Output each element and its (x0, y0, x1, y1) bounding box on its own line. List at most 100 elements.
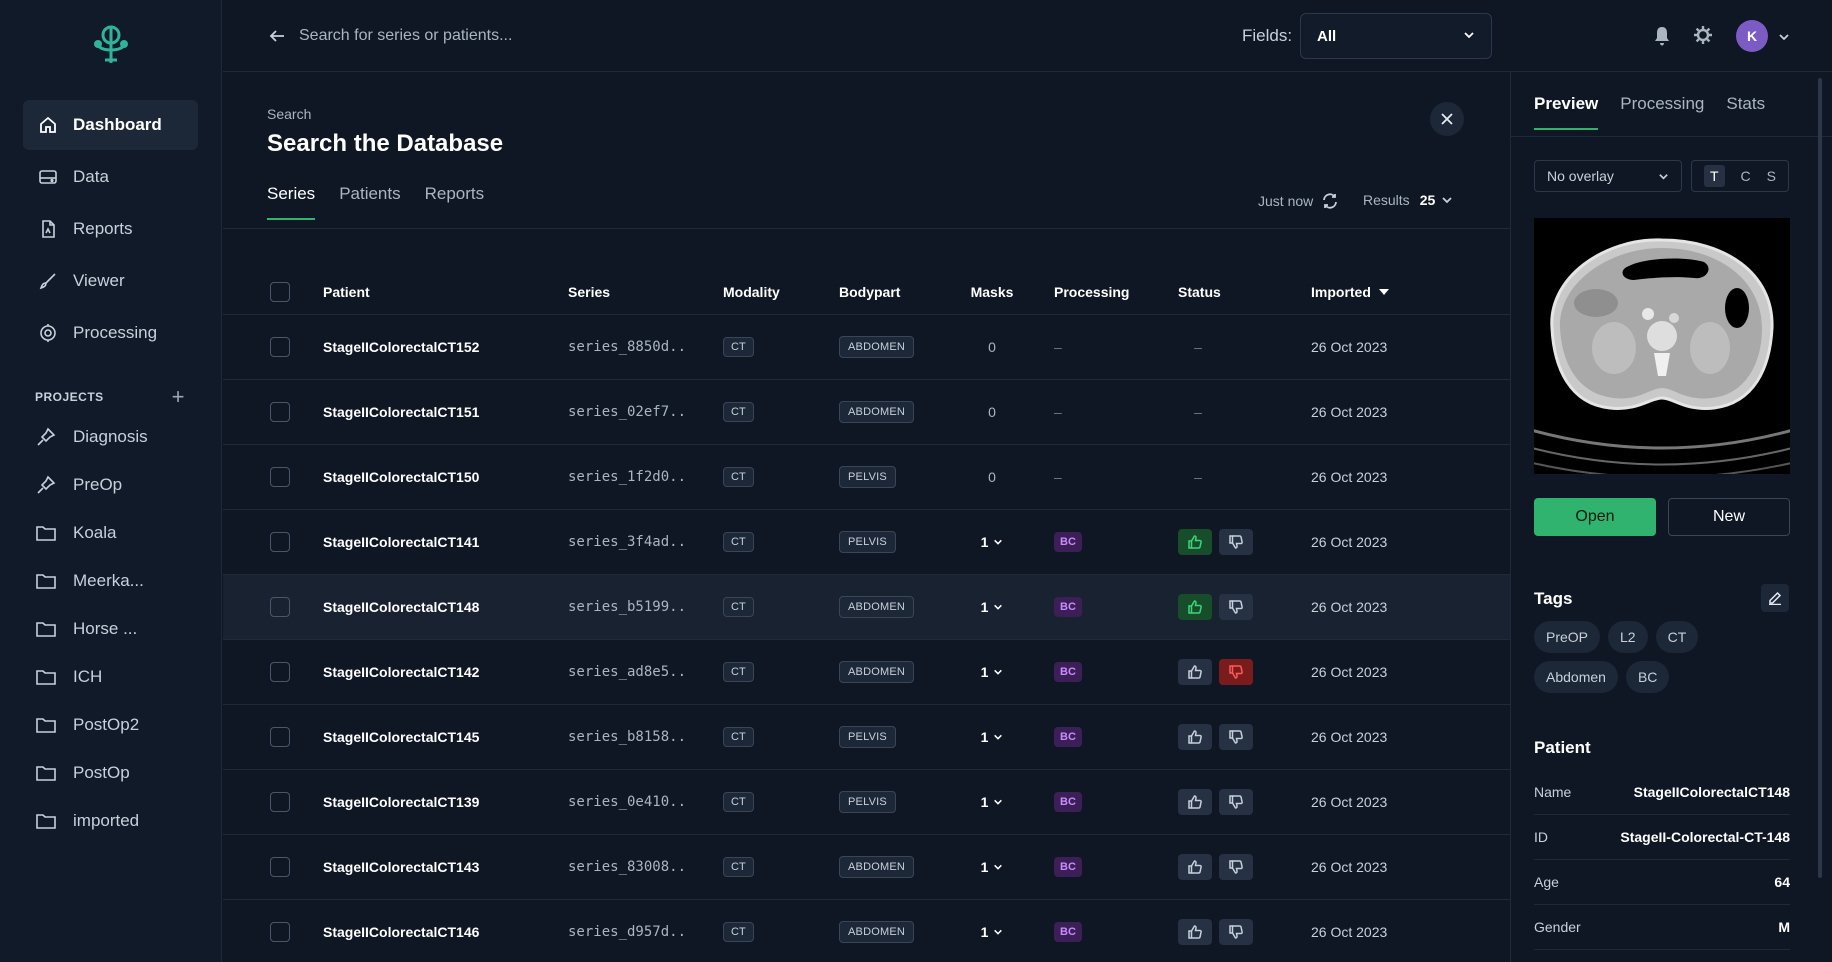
masks-dropdown[interactable]: 1 (981, 924, 1004, 940)
thumbs-up-button[interactable] (1178, 529, 1212, 555)
chevron-down-icon[interactable] (1778, 30, 1790, 42)
edit-tags-button[interactable] (1761, 584, 1789, 612)
project-item-postop2[interactable]: PostOp2 (35, 701, 195, 749)
select-all-checkbox[interactable] (270, 282, 290, 302)
tag-chip[interactable]: L2 (1608, 621, 1648, 653)
processing-badge[interactable]: BC (1054, 597, 1082, 617)
masks-dropdown[interactable]: 1 (981, 599, 1004, 615)
tag-chip[interactable]: PreOP (1534, 621, 1601, 653)
processing-badge[interactable]: BC (1054, 662, 1082, 682)
tab-patients[interactable]: Patients (339, 184, 400, 220)
results-per-page[interactable]: Results 25 (1363, 192, 1453, 208)
masks-dropdown[interactable]: 1 (981, 729, 1004, 745)
thumbs-up-button[interactable] (1178, 724, 1212, 750)
search-input[interactable] (299, 22, 799, 50)
thumbs-down-button[interactable] (1219, 529, 1253, 555)
tag-chip[interactable]: Abdomen (1534, 661, 1618, 693)
tag-chip[interactable]: BC (1625, 661, 1670, 693)
view-sagittal[interactable]: S (1767, 168, 1776, 184)
thumbs-down-button[interactable] (1219, 724, 1253, 750)
table-row[interactable]: StageIIColorectalCT139 series_0e410.. CT… (223, 770, 1510, 835)
view-coronal[interactable]: C (1741, 168, 1751, 184)
row-checkbox[interactable] (270, 662, 290, 682)
project-item-ich[interactable]: ICH (35, 653, 195, 701)
avatar[interactable]: K (1736, 20, 1768, 52)
thumbs-down-button[interactable] (1219, 854, 1253, 880)
project-item-diagnosis[interactable]: Diagnosis (35, 413, 195, 461)
tag-chip[interactable]: CT (1655, 621, 1699, 653)
thumbs-down-button[interactable] (1219, 919, 1253, 945)
bell-icon[interactable] (1653, 26, 1671, 46)
row-checkbox[interactable] (270, 532, 290, 552)
open-button[interactable]: Open (1534, 498, 1656, 536)
masks-dropdown[interactable]: 1 (981, 859, 1004, 875)
project-item-meerka[interactable]: Meerka... (35, 557, 195, 605)
add-project-icon[interactable]: + (172, 386, 185, 408)
row-checkbox[interactable] (270, 402, 290, 422)
thumbs-up-button[interactable] (1178, 659, 1212, 685)
project-item-imported[interactable]: imported (35, 797, 195, 845)
table-row[interactable]: StageIIColorectalCT141 series_3f4ad.. CT… (223, 510, 1510, 575)
col-patient[interactable]: Patient (323, 270, 370, 314)
thumbs-up-button[interactable] (1178, 789, 1212, 815)
processing-badge[interactable]: BC (1054, 857, 1082, 877)
project-item-preop[interactable]: PreOp (35, 461, 195, 509)
row-checkbox[interactable] (270, 597, 290, 617)
refresh-status[interactable]: Just now (1258, 192, 1339, 210)
row-checkbox[interactable] (270, 337, 290, 357)
col-imported[interactable]: Imported (1311, 270, 1389, 314)
tab-processing[interactable]: Processing (1620, 94, 1704, 130)
nav-item-data[interactable]: Data (23, 152, 198, 202)
project-item-postop[interactable]: PostOp (35, 749, 195, 797)
project-item-koala[interactable]: Koala (35, 509, 195, 557)
col-masks[interactable]: Masks (962, 270, 1022, 314)
col-bodypart[interactable]: Bodypart (839, 270, 900, 314)
thumbs-down-button[interactable] (1219, 789, 1253, 815)
nav-item-viewer[interactable]: Viewer (23, 256, 198, 306)
table-row[interactable]: StageIIColorectalCT152 series_8850d.. CT… (223, 315, 1510, 380)
new-button[interactable]: New (1668, 498, 1790, 536)
nav-item-dashboard[interactable]: Dashboard (23, 100, 198, 150)
table-row[interactable]: StageIIColorectalCT148 series_b5199.. CT… (223, 575, 1510, 640)
col-processing[interactable]: Processing (1054, 270, 1129, 314)
col-status[interactable]: Status (1178, 270, 1221, 314)
tab-stats[interactable]: Stats (1726, 94, 1765, 130)
processing-badge[interactable]: BC (1054, 532, 1082, 552)
masks-dropdown[interactable]: 1 (981, 664, 1004, 680)
row-checkbox[interactable] (270, 467, 290, 487)
view-transverse[interactable]: T (1703, 165, 1725, 187)
masks-dropdown[interactable]: 1 (981, 534, 1004, 550)
col-series[interactable]: Series (568, 270, 610, 314)
row-checkbox[interactable] (270, 857, 290, 877)
overlay-select[interactable]: No overlay (1534, 160, 1682, 192)
tab-series[interactable]: Series (267, 184, 316, 220)
back-arrow-icon[interactable] (267, 26, 287, 46)
table-row[interactable]: StageIIColorectalCT145 series_b8158.. CT… (223, 705, 1510, 770)
panel-scrollbar[interactable] (1818, 78, 1822, 878)
thumbs-up-button[interactable] (1178, 854, 1212, 880)
nav-item-processing[interactable]: Processing (23, 308, 198, 358)
thumbs-up-button[interactable] (1178, 594, 1212, 620)
table-row[interactable]: StageIIColorectalCT146 series_d957d.. CT… (223, 900, 1510, 962)
tab-reports[interactable]: Reports (425, 184, 485, 220)
close-button[interactable] (1430, 102, 1464, 136)
table-row[interactable]: StageIIColorectalCT142 series_ad8e5.. CT… (223, 640, 1510, 705)
processing-badge[interactable]: BC (1054, 922, 1082, 942)
thumbs-up-button[interactable] (1178, 919, 1212, 945)
thumbs-down-button[interactable] (1219, 659, 1253, 685)
row-checkbox[interactable] (270, 727, 290, 747)
nav-item-reports[interactable]: Reports (23, 204, 198, 254)
table-row[interactable]: StageIIColorectalCT151 series_02ef7.. CT… (223, 380, 1510, 445)
ct-preview-image[interactable] (1534, 218, 1790, 474)
fields-select[interactable]: All (1300, 13, 1492, 59)
table-row[interactable]: StageIIColorectalCT150 series_1f2d0.. CT… (223, 445, 1510, 510)
col-modality[interactable]: Modality (723, 270, 780, 314)
processing-badge[interactable]: BC (1054, 727, 1082, 747)
processing-badge[interactable]: BC (1054, 792, 1082, 812)
row-checkbox[interactable] (270, 922, 290, 942)
project-item-horse[interactable]: Horse ... (35, 605, 195, 653)
thumbs-down-button[interactable] (1219, 594, 1253, 620)
gear-icon[interactable] (1693, 25, 1713, 45)
table-row[interactable]: StageIIColorectalCT143 series_83008.. CT… (223, 835, 1510, 900)
tab-preview[interactable]: Preview (1534, 94, 1599, 130)
